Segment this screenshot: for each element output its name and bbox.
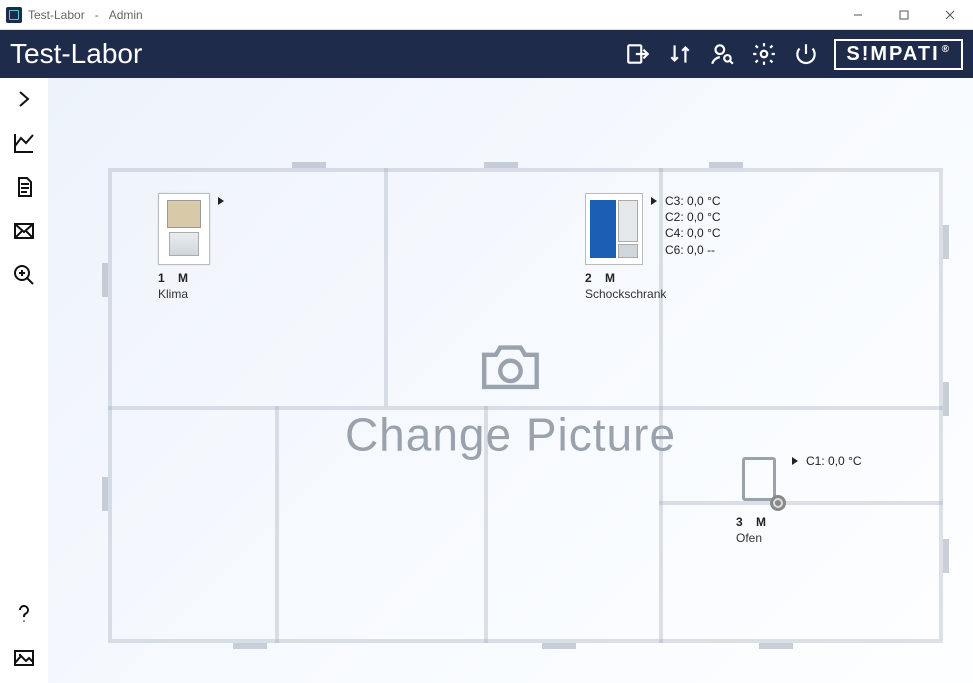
brand-text: S!MPATI [846, 43, 939, 66]
reading-row: C1: 0,0 °C [806, 453, 862, 469]
window-maximize-button[interactable] [881, 0, 927, 30]
export-icon[interactable] [624, 40, 652, 68]
device-id: 3 [736, 515, 743, 529]
settings-icon[interactable] [750, 40, 778, 68]
device-klima-image [158, 193, 210, 265]
device-name: Schockschrank [585, 287, 721, 301]
device-name: Klima [158, 287, 224, 301]
floorplan-canvas[interactable]: Change Picture 1 M Klima [48, 78, 973, 683]
window-title-sep: - [95, 8, 99, 22]
brand-logo: S!MPATI ® [834, 39, 963, 70]
chart-icon[interactable] [11, 130, 37, 156]
reading-row: C2: 0,0 °C [665, 209, 721, 225]
app-title: Test-Labor [10, 38, 142, 70]
device-ofen[interactable]: C1: 0,0 °C 3 M Ofen [736, 453, 862, 545]
window-minimize-button[interactable] [835, 0, 881, 30]
device-mode: M [605, 271, 615, 285]
device-klima[interactable]: 1 M Klima [158, 193, 224, 301]
device-schockschrank-image [585, 193, 643, 265]
device-readings: C3: 0,0 °C C2: 0,0 °C C4: 0,0 °C C6: 0,0… [665, 193, 721, 258]
reading-row: C4: 0,0 °C [665, 225, 721, 241]
app-header: Test-Labor S!MPATI ® [0, 30, 973, 78]
device-mode: M [756, 515, 766, 529]
user-search-icon[interactable] [708, 40, 736, 68]
device-name: Ofen [736, 531, 862, 545]
zoom-in-icon[interactable] [11, 262, 37, 288]
device-readings: C1: 0,0 °C [806, 453, 862, 469]
signal-icon [770, 495, 786, 511]
sort-icon[interactable] [666, 40, 694, 68]
play-icon [651, 197, 657, 205]
device-schockschrank[interactable]: C3: 0,0 °C C2: 0,0 °C C4: 0,0 °C C6: 0,0… [585, 193, 721, 301]
reading-row: C3: 0,0 °C [665, 193, 721, 209]
floorplan-background [108, 168, 943, 643]
document-icon[interactable] [11, 174, 37, 200]
window-titlebar: Test-Labor - Admin [0, 0, 973, 30]
expand-sidebar-icon[interactable] [11, 86, 37, 112]
window-title-user: Admin [109, 8, 143, 22]
device-id: 2 [585, 271, 592, 285]
device-ofen-image [736, 453, 784, 509]
envelope-icon[interactable] [11, 218, 37, 244]
device-mode: M [178, 271, 188, 285]
help-icon[interactable] [11, 601, 37, 627]
brand-registered: ® [942, 44, 951, 55]
window-title-app: Test-Labor [28, 8, 85, 22]
left-toolbar [0, 78, 48, 683]
reading-row: C6: 0,0 -- [665, 242, 721, 258]
play-icon [792, 457, 798, 465]
play-icon [218, 197, 224, 205]
app-icon [6, 7, 22, 23]
device-id: 1 [158, 271, 165, 285]
window-close-button[interactable] [927, 0, 973, 30]
power-icon[interactable] [792, 40, 820, 68]
image-icon[interactable] [11, 645, 37, 671]
